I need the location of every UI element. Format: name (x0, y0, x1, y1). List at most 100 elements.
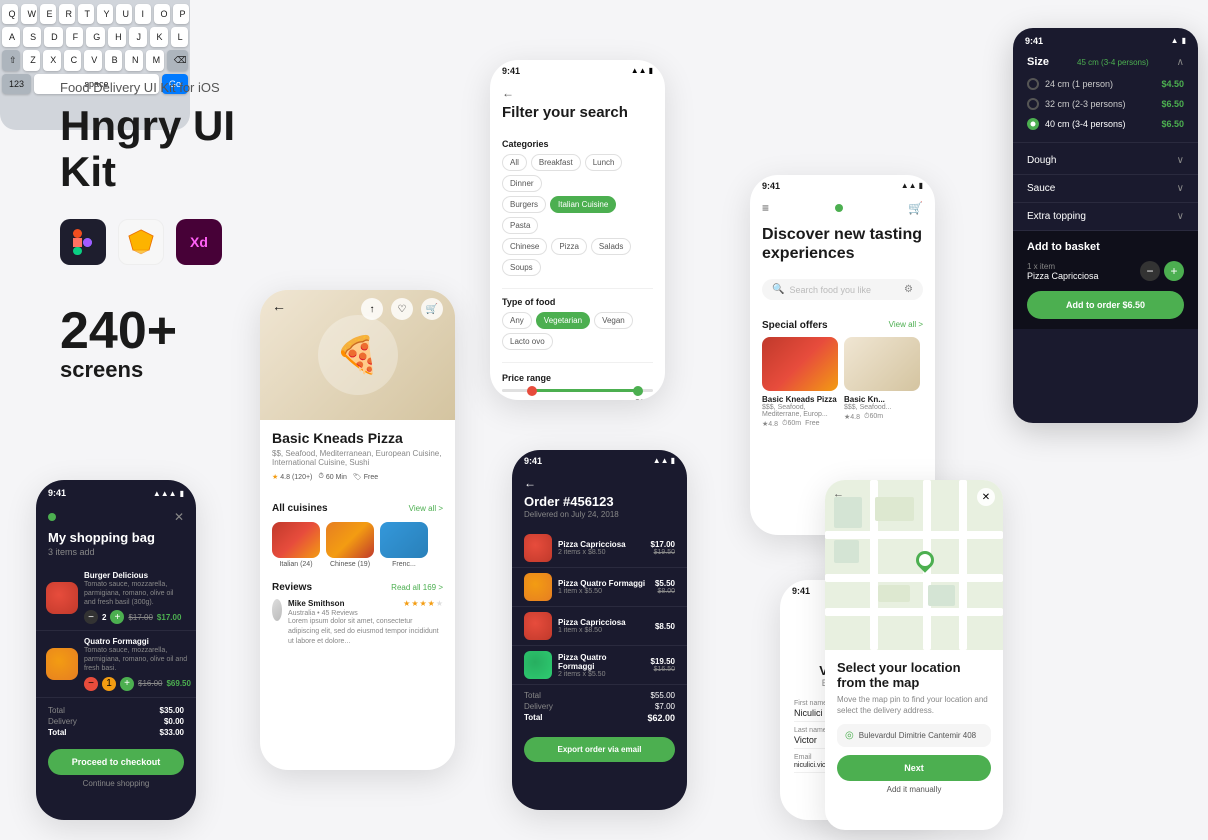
key-t[interactable]: T (78, 4, 94, 24)
filter-phone: 9:41 ▲▲ ▮ ← Filter your search Categorie… (490, 60, 665, 400)
discover-filter-icon[interactable]: ⚙ (904, 284, 913, 295)
range-min-handle[interactable] (527, 386, 537, 396)
discover-search-placeholder: Search food you like (789, 285, 899, 295)
size-chevron-icon[interactable]: ∧ (1177, 57, 1184, 68)
key-j[interactable]: J (129, 27, 146, 47)
bag-close-icon[interactable]: ✕ (174, 510, 184, 524)
key-h[interactable]: H (108, 27, 126, 47)
listing-heart-icon[interactable]: ♡ (391, 298, 413, 320)
basket-minus-button[interactable]: − (1140, 261, 1160, 281)
listing-cart-icon[interactable]: 🛒 (421, 298, 443, 320)
key-g[interactable]: G (86, 27, 105, 47)
tag-lacto[interactable]: Lacto ovo (502, 333, 553, 350)
tag-italian[interactable]: Italian Cuisine (550, 196, 616, 213)
add-to-order-button[interactable]: Add to order $6.50 (1027, 291, 1184, 319)
key-r[interactable]: R (59, 4, 75, 24)
qty-mid-2[interactable]: 1 (102, 677, 116, 691)
discover-search-bar[interactable]: 🔍 Search food you like ⚙ (762, 279, 923, 300)
size-radio-2[interactable] (1027, 98, 1039, 110)
filter-back-icon[interactable]: ← (502, 86, 653, 100)
qty-minus-1[interactable]: − (84, 610, 98, 624)
tag-dinner[interactable]: Dinner (502, 175, 542, 192)
extra-topping-accordion[interactable]: Extra topping ∨ (1013, 203, 1198, 231)
tag-vegetarian[interactable]: Vegetarian (536, 312, 590, 329)
key-v[interactable]: V (84, 50, 101, 71)
cuisines-view-all[interactable]: View all > (409, 504, 443, 513)
tag-vegan[interactable]: Vegan (594, 312, 633, 329)
key-o[interactable]: O (154, 4, 170, 24)
tag-breakfast[interactable]: Breakfast (531, 154, 581, 171)
key-delete[interactable]: ⌫ (167, 50, 188, 71)
qty-plus-2[interactable]: + (120, 677, 134, 691)
cuisines-title: All cuisines (272, 503, 328, 514)
key-123[interactable]: 123 (2, 74, 31, 94)
discover-cart-icon[interactable]: 🛒 (908, 201, 923, 215)
tag-salads[interactable]: Salads (591, 238, 631, 255)
key-n[interactable]: N (125, 50, 143, 71)
dough-label: Dough (1027, 155, 1056, 166)
key-m[interactable]: M (146, 50, 164, 71)
order-back-icon[interactable]: ← (524, 476, 675, 490)
filter-time: 9:41 (502, 66, 520, 76)
keyboard-row-3: ⇧ Z X C V B N M ⌫ (2, 50, 188, 71)
key-d[interactable]: D (44, 27, 62, 47)
bag-time: 9:41 (48, 488, 66, 498)
qty-plus-1[interactable]: + (110, 610, 124, 624)
order-item-2-info: Pizza Quatro Formaggi 1 item x $5.50 (558, 579, 649, 595)
size-option-3[interactable]: 40 cm (3-4 persons) $6.50 (1027, 114, 1184, 134)
basket-plus-button[interactable]: + (1164, 261, 1184, 281)
tag-chinese[interactable]: Chinese (502, 238, 547, 255)
key-shift[interactable]: ⇧ (2, 50, 20, 71)
key-s[interactable]: S (23, 27, 41, 47)
reviewer-avatar (272, 599, 282, 621)
dough-accordion[interactable]: Dough ∨ (1013, 147, 1198, 175)
tag-all[interactable]: All (502, 154, 527, 171)
key-k[interactable]: K (150, 27, 168, 47)
map-close-icon[interactable]: ✕ (977, 488, 995, 506)
key-x[interactable]: X (43, 50, 60, 71)
order-header: ← Order #456123 Delivered on July 24, 20… (512, 468, 687, 529)
key-c[interactable]: C (64, 50, 82, 71)
tag-burgers[interactable]: Burgers (502, 196, 546, 213)
size-option-1[interactable]: 24 cm (1 person) $4.50 (1027, 74, 1184, 94)
size-option-2[interactable]: 32 cm (2-3 persons) $6.50 (1027, 94, 1184, 114)
key-u[interactable]: U (116, 4, 132, 24)
map-back-icon[interactable]: ← (833, 488, 844, 500)
size-radio-1[interactable] (1027, 78, 1039, 90)
qty-minus-2[interactable]: − (84, 677, 98, 691)
listing-info: Basic Kneads Pizza $$, Seafood, Mediterr… (260, 420, 455, 497)
discover-menu-icon[interactable]: ≡ (762, 201, 769, 215)
key-e[interactable]: E (40, 4, 56, 24)
listing-back-icon[interactable]: ← (272, 298, 286, 320)
key-a[interactable]: A (2, 27, 20, 47)
tag-pasta[interactable]: Pasta (502, 217, 538, 234)
range-max-handle[interactable] (633, 386, 643, 396)
checkout-button[interactable]: Proceed to checkout (48, 749, 184, 775)
continue-shopping[interactable]: Continue shopping (36, 779, 196, 792)
key-f[interactable]: F (66, 27, 84, 47)
key-y[interactable]: Y (97, 4, 113, 24)
key-i[interactable]: I (135, 4, 151, 24)
key-p[interactable]: P (173, 4, 189, 24)
order-wifi-icon: ▲▲ (653, 456, 669, 466)
tag-pizza[interactable]: Pizza (551, 238, 587, 255)
tag-any[interactable]: Any (502, 312, 532, 329)
key-b[interactable]: B (105, 50, 122, 71)
reviews-header: Reviews Read all 169 > (272, 582, 443, 593)
map-next-button[interactable]: Next (837, 755, 991, 781)
customizer-battery-icon: ▮ (1182, 36, 1186, 46)
export-order-button[interactable]: Export order via email (524, 737, 675, 762)
map-manual-button[interactable]: Add it manually (837, 785, 991, 794)
key-q[interactable]: Q (2, 4, 18, 24)
tag-lunch[interactable]: Lunch (585, 154, 623, 171)
tag-soups[interactable]: Soups (502, 259, 541, 276)
reviews-read-all[interactable]: Read all 169 > (391, 583, 443, 592)
key-z[interactable]: Z (23, 50, 40, 71)
special-view-all[interactable]: View all > (889, 320, 923, 331)
listing-share-icon[interactable]: ↑ (361, 298, 383, 320)
key-l[interactable]: L (171, 27, 188, 47)
key-w[interactable]: W (21, 4, 37, 24)
order-item-3: Pizza Capricciosa 1 item x $8.50 $8.50 (512, 607, 687, 646)
sauce-accordion[interactable]: Sauce ∨ (1013, 175, 1198, 203)
size-radio-3[interactable] (1027, 118, 1039, 130)
